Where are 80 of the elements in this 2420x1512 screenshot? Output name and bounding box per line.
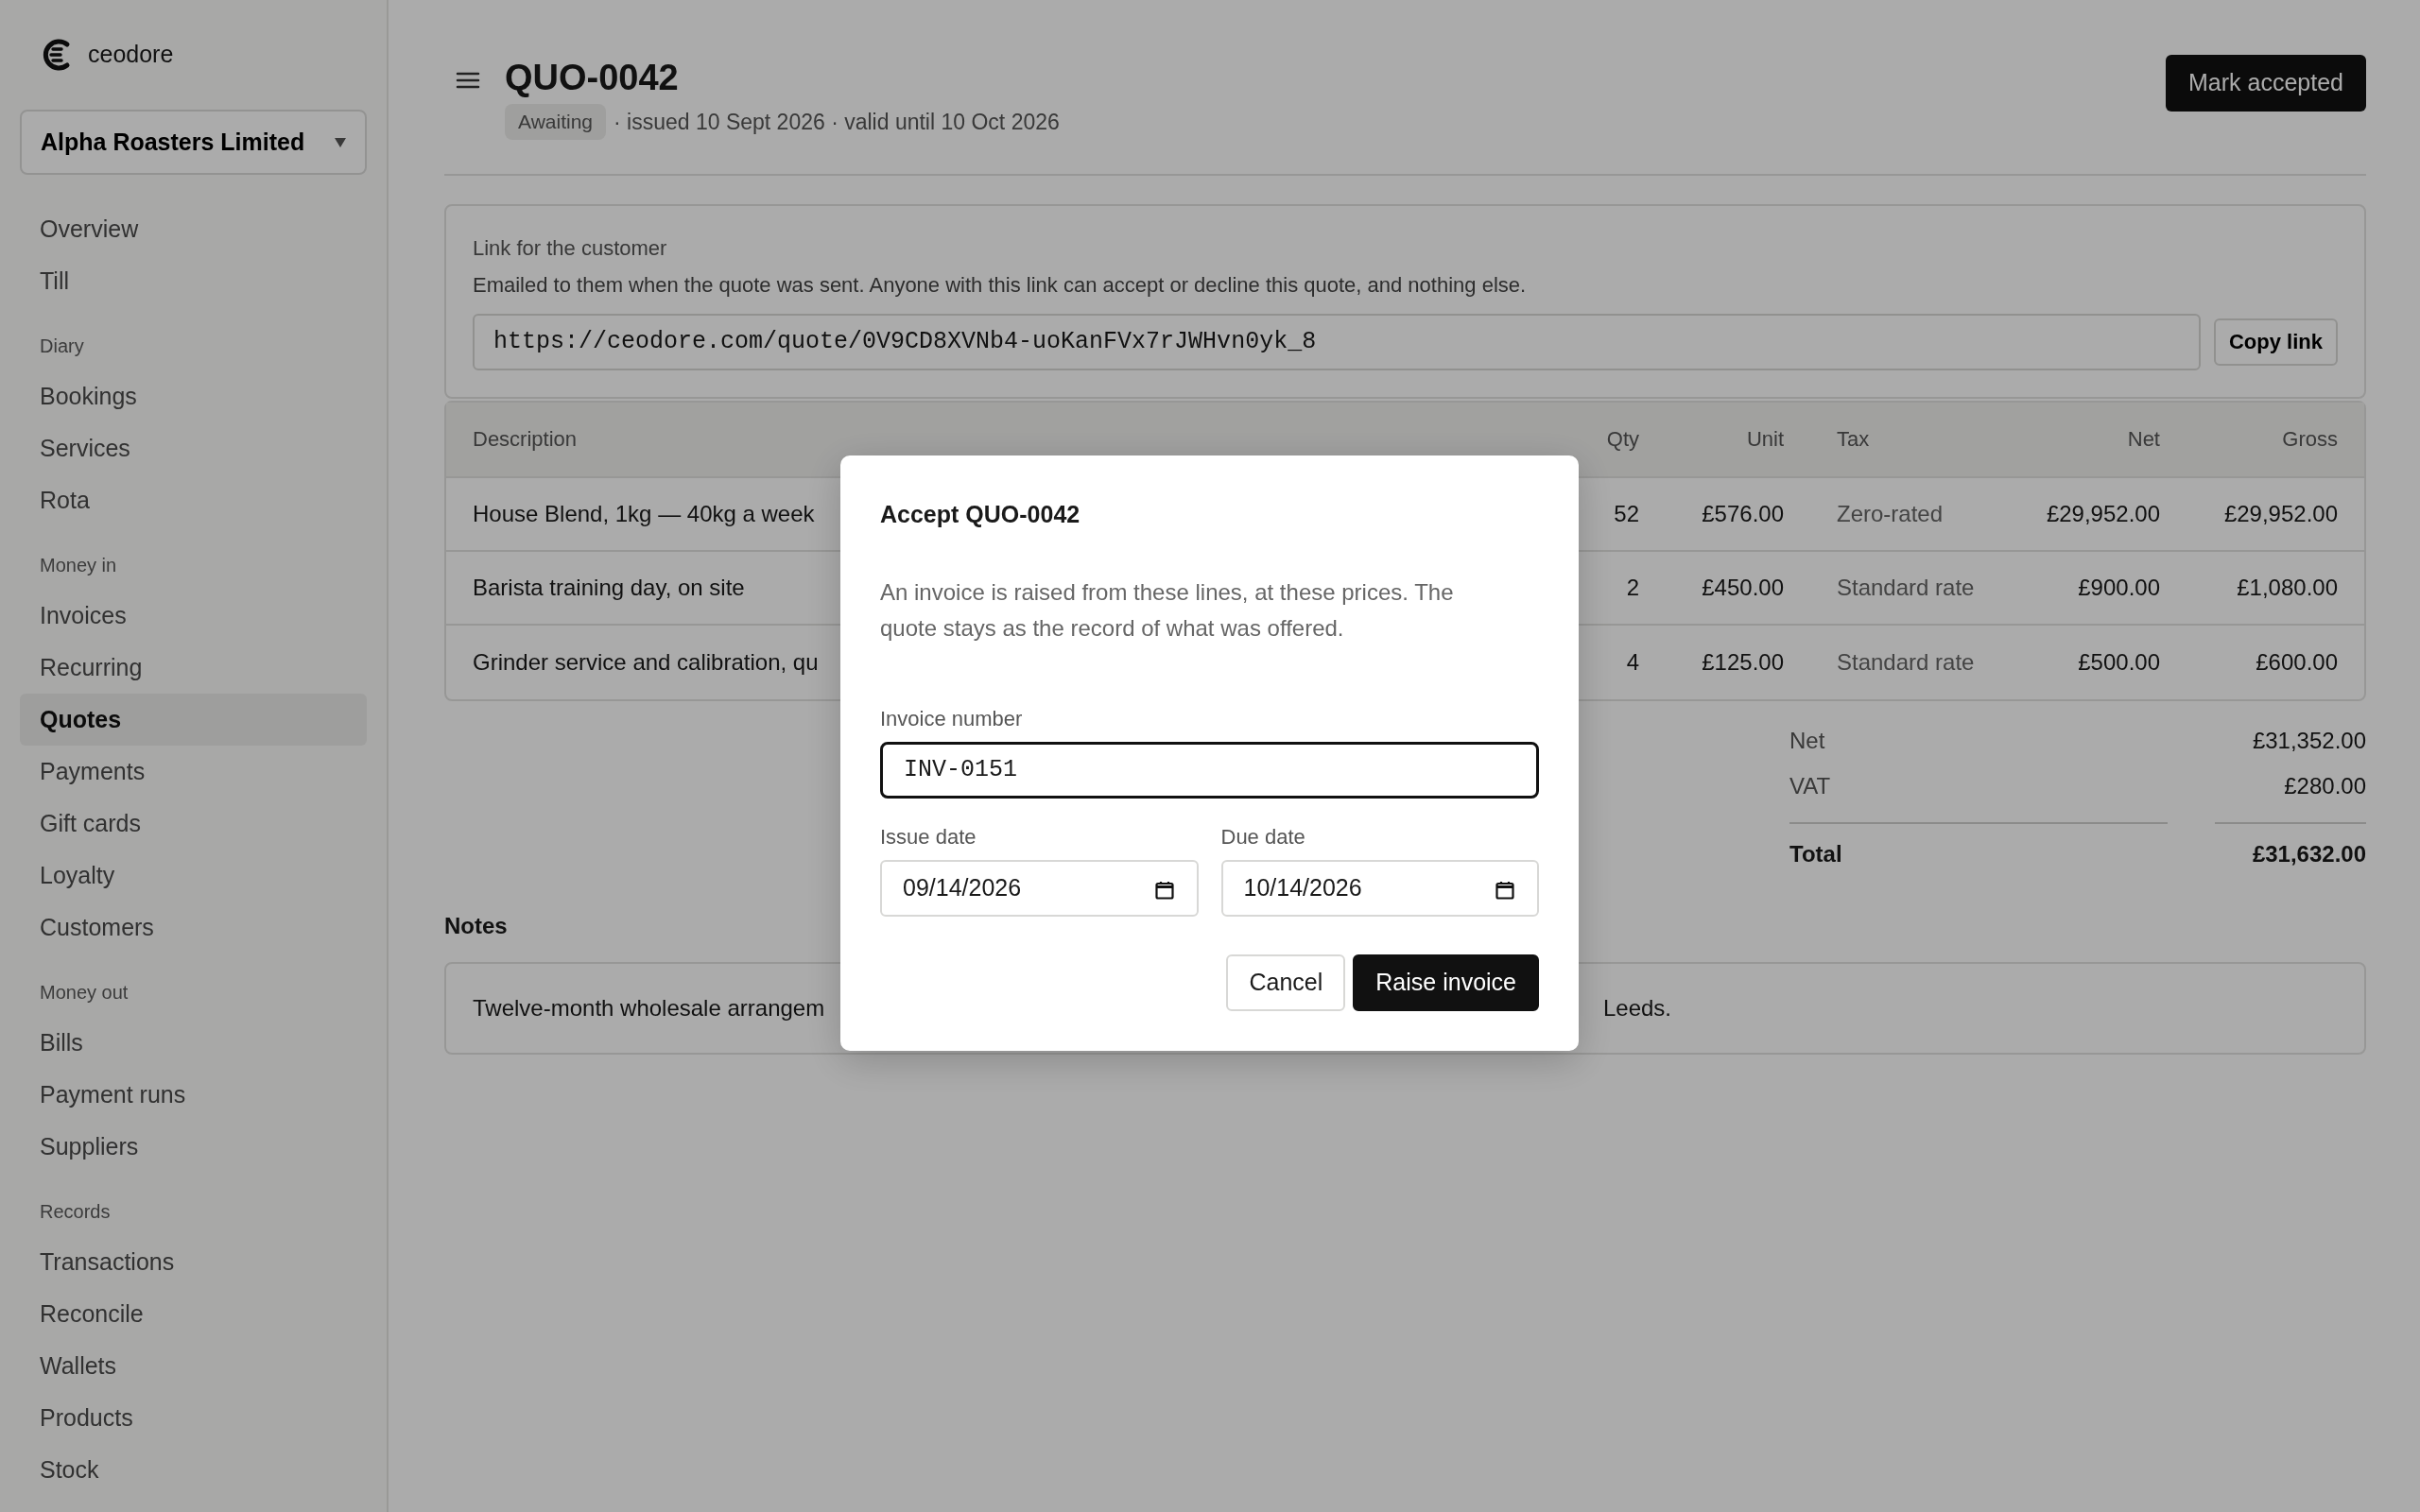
table-cell: Barista training day, on site	[473, 574, 745, 600]
app-name: ceodore	[88, 40, 174, 70]
total-label: Net	[1789, 726, 1826, 755]
total-value: £31,632.00	[2215, 821, 2366, 877]
dialog-message: An invoice is raised from these lines, at these prices. The quote stays as the record of what was offered.	[880, 577, 1455, 643]
sidebar-item[interactable]: Rota	[20, 474, 367, 526]
section-heading: Diary	[39, 335, 85, 358]
table-cell: House Blend, 1kg — 40kg a week	[473, 500, 815, 526]
logo-icon	[41, 38, 71, 72]
sidebar-item[interactable]: Recurring	[20, 642, 367, 694]
table-cell: Grinder service and calibration, qu	[473, 648, 819, 675]
table-cell: £600.00	[2256, 648, 2338, 675]
notes-text: Twelve-month wholesale arrangem	[473, 993, 825, 1022]
date-field[interactable]: 10/14/2026	[1220, 859, 1539, 917]
total-label: VAT	[1789, 771, 1832, 800]
sidebar-item[interactable]: Payment runs	[20, 1069, 367, 1121]
column-header: Qty	[1571, 402, 1666, 478]
status-badge: Awaiting	[505, 104, 606, 140]
sidebar-item[interactable]: Payments	[20, 746, 367, 798]
input-field[interactable]: INV-0151	[880, 741, 1539, 799]
calendar-icon[interactable]	[1154, 881, 1174, 901]
table-cell: £29,952.00	[2223, 500, 2338, 526]
table-cell: £576.00	[1702, 500, 1784, 526]
calendar-icon[interactable]	[1495, 881, 1514, 901]
table-cell: 52	[1614, 500, 1639, 526]
table-cell: Standard rate	[1837, 574, 1975, 600]
table-cell: Standard rate	[1837, 648, 1975, 675]
sidebar-item[interactable]: Reconcile	[20, 1288, 367, 1340]
dialog-title: Accept QUO-0042	[880, 500, 1081, 529]
sidebar-item[interactable]: Stock	[20, 1444, 367, 1496]
table-cell: £450.00	[1702, 574, 1784, 600]
section-heading: Records	[39, 1200, 112, 1224]
raise-invoice-button[interactable]: Raise invoice	[1353, 954, 1539, 1011]
table-cell: Zero-rated	[1837, 500, 1944, 526]
sidebar-item[interactable]: Products	[20, 1392, 367, 1444]
link-field[interactable]: https://ceodore.com/quote/0V9CD8XVNb4-uoKanFVx7rJWHvn0yk_8	[473, 313, 2201, 370]
sidebar-item[interactable]: Bookings	[20, 370, 367, 422]
caret-icon	[335, 138, 346, 148]
table-cell: £1,080.00	[2237, 574, 2338, 600]
page-title: QUO-0042	[505, 57, 680, 99]
card-title: Link for the customer	[473, 234, 668, 262]
card-description: Emailed to them when the quote was sent. Anyone with this link can accept or decline this quote, and nothing else.	[473, 271, 1528, 299]
sidebar-item[interactable]: Services	[20, 422, 367, 474]
sidebar-item[interactable]: Wallets	[20, 1340, 367, 1392]
field-label: Due date	[1220, 823, 1306, 850]
column-header: Unit	[1666, 402, 1810, 478]
sidebar-item[interactable]: Customers	[20, 902, 367, 954]
section-heading: Money out	[39, 981, 130, 1005]
date-field[interactable]: 09/14/2026	[880, 859, 1199, 917]
total-value: £31,352.00	[2251, 726, 2366, 755]
organisation-select[interactable]: Alpha Roasters Limited	[20, 110, 367, 175]
section-heading: Money in	[39, 554, 118, 577]
table-cell: £29,952.00	[2046, 500, 2160, 526]
quote-dates: · issued 10 Sept 2026 · valid until 10 Oct 2026	[614, 108, 1060, 136]
column-header: Net	[2028, 402, 2187, 478]
total-label: Total	[1789, 821, 2168, 877]
sidebar-item[interactable]: Loyalty	[20, 850, 367, 902]
table-cell: £125.00	[1702, 648, 1784, 675]
sidebar-item[interactable]: Bills	[20, 1017, 367, 1069]
sidebar-item[interactable]: Till	[20, 255, 367, 307]
field-label: Issue date	[880, 823, 977, 850]
total-value: £280.00	[2283, 771, 2366, 800]
copy-link-button[interactable]: Copy link	[2214, 318, 2338, 366]
field-label: Invoice number	[880, 705, 1024, 732]
sidebar-item[interactable]: Quotes	[20, 694, 367, 746]
column-header: Gross	[2187, 402, 2364, 478]
column-header: Tax	[1810, 402, 2028, 478]
notes-text: Leeds.	[1602, 993, 1671, 1022]
sidebar-item[interactable]: Transactions	[20, 1236, 367, 1288]
table-cell: 2	[1626, 574, 1639, 600]
sidebar-item[interactable]: Overview	[20, 203, 367, 255]
table-cell: £900.00	[2078, 574, 2160, 600]
table-cell: £500.00	[2078, 648, 2160, 675]
sidebar-item[interactable]: Invoices	[20, 590, 367, 642]
table-cell: 4	[1626, 648, 1639, 675]
section-heading: Notes	[444, 911, 508, 940]
sidebar-item[interactable]: Gift cards	[20, 798, 367, 850]
sidebar-item[interactable]: Suppliers	[20, 1121, 367, 1173]
mark-accepted-button[interactable]: Mark accepted	[2166, 55, 2366, 112]
cancel-button[interactable]: Cancel	[1226, 954, 1346, 1011]
